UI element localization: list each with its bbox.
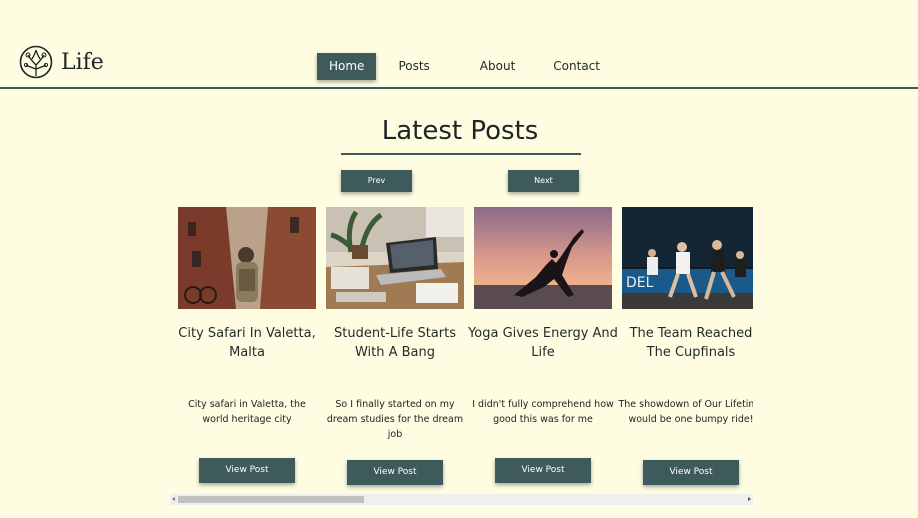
yoga-sunset-photo[interactable] (474, 207, 612, 309)
section-title: Latest Posts (381, 116, 539, 146)
posts-carousel[interactable]: City Safari In Valetta, Malta City safar… (178, 207, 753, 497)
post-title[interactable]: Student-Life Starts With A Bang (320, 324, 470, 362)
scroll-thumb[interactable] (178, 496, 364, 503)
post-card: City Safari In Valetta, Malta City safar… (178, 207, 316, 483)
nav-about[interactable]: About (472, 53, 523, 80)
post-title[interactable]: City Safari In Valetta, Malta (178, 324, 322, 362)
handball-match-photo[interactable]: DEL (622, 207, 753, 309)
scroll-right-icon[interactable] (748, 497, 751, 501)
post-excerpt: City safari in Valetta, the world herita… (188, 399, 306, 425)
post-title[interactable]: The Team Reached The Cupfinals (616, 324, 753, 362)
desk-laptop-photo[interactable] (326, 207, 464, 309)
main-nav: Home Posts About Contact (317, 53, 608, 80)
svg-text:DEL: DEL (626, 275, 654, 291)
brand-logo[interactable]: Life (19, 45, 104, 79)
tree-globe-icon (19, 45, 53, 79)
view-post-button[interactable]: View Post (347, 460, 443, 485)
narrow-city-street-photo[interactable] (178, 207, 316, 309)
site-header: Life Home Posts About Contact (0, 0, 918, 89)
next-button[interactable]: Next (508, 170, 579, 192)
scroll-left-icon[interactable] (172, 497, 175, 501)
post-excerpt: The showdown of Our Lifetime would be on… (618, 399, 753, 425)
post-excerpt: So I finally started on my dream studies… (326, 399, 464, 440)
view-post-button[interactable]: View Post (643, 460, 739, 485)
view-post-button[interactable]: View Post (495, 458, 591, 483)
horizontal-scrollbar[interactable] (170, 494, 753, 505)
post-card: Student-Life Starts With A Bang So I fin… (326, 207, 464, 485)
post-excerpt: I didn't fully comprehend how good this … (472, 399, 614, 425)
post-card: Yoga Gives Energy And Life I didn't full… (468, 207, 618, 483)
nav-posts[interactable]: Posts (390, 53, 437, 80)
view-post-button[interactable]: View Post (199, 458, 295, 483)
brand-name: Life (61, 49, 104, 75)
nav-home[interactable]: Home (317, 53, 377, 80)
prev-button[interactable]: Prev (341, 170, 412, 192)
post-card: DEL The Team Reached The Cupfinals The s… (618, 207, 753, 485)
title-divider (341, 153, 581, 155)
post-title[interactable]: Yoga Gives Energy And Life (468, 324, 618, 362)
nav-contact[interactable]: Contact (545, 53, 608, 80)
